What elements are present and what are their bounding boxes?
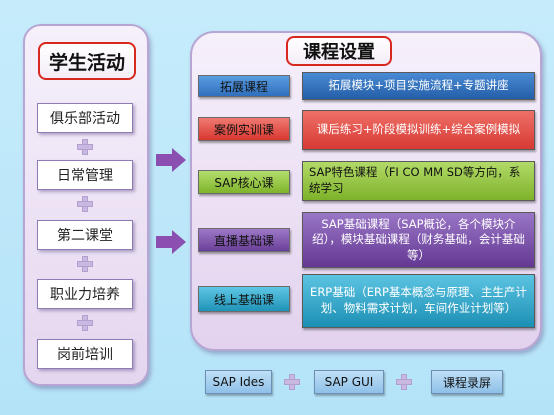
right-arrow-icon [156,148,186,172]
right-arrow-icon [156,230,186,254]
course-desc-case-training: 课后练习+阶段模拟训练+综合案例模拟 [302,110,535,150]
course-label-sap-core: SAP核心课 [198,170,290,194]
activity-club: 俱乐部活动 [37,103,133,133]
student-activities-title: 学生活动 [38,42,136,80]
plus-icon [284,374,300,390]
plus-icon [77,196,93,212]
plus-icon [396,374,412,390]
course-label-online-basic: 线上基础课 [198,286,290,312]
activity-career-training: 职业力培养 [37,279,133,309]
course-settings-title: 课程设置 [286,36,392,66]
course-desc-extension: 拓展模块+项目实施流程+专题讲座 [302,72,535,100]
plus-icon [77,315,93,331]
sap-ides-box: SAP Ides [205,370,272,394]
sap-gui-box: SAP GUI [314,370,384,394]
course-label-live-basic: 直播基础课 [198,228,290,252]
activity-pre-job-training: 岗前培训 [37,339,133,369]
plus-icon [77,139,93,155]
activity-daily-management: 日常管理 [37,160,133,190]
plus-icon [77,256,93,272]
activity-second-classroom: 第二课堂 [37,220,133,250]
course-label-extension: 拓展课程 [198,75,290,97]
course-label-case-training: 案例实训课 [198,117,290,141]
course-recording-box: 课程录屏 [431,370,503,394]
course-desc-online-basic: ERP基础（ERP基本概念与原理、主生产计划、物料需求计划，车间作业计划等） [302,274,535,328]
course-desc-live-basic: SAP基础课程（SAP概论，各个模块介绍），模块基础课程（财务基础，会计基础等） [302,212,535,268]
course-desc-sap-core: SAP特色课程（FI CO MM SD等方向，系统学习 [302,161,535,201]
